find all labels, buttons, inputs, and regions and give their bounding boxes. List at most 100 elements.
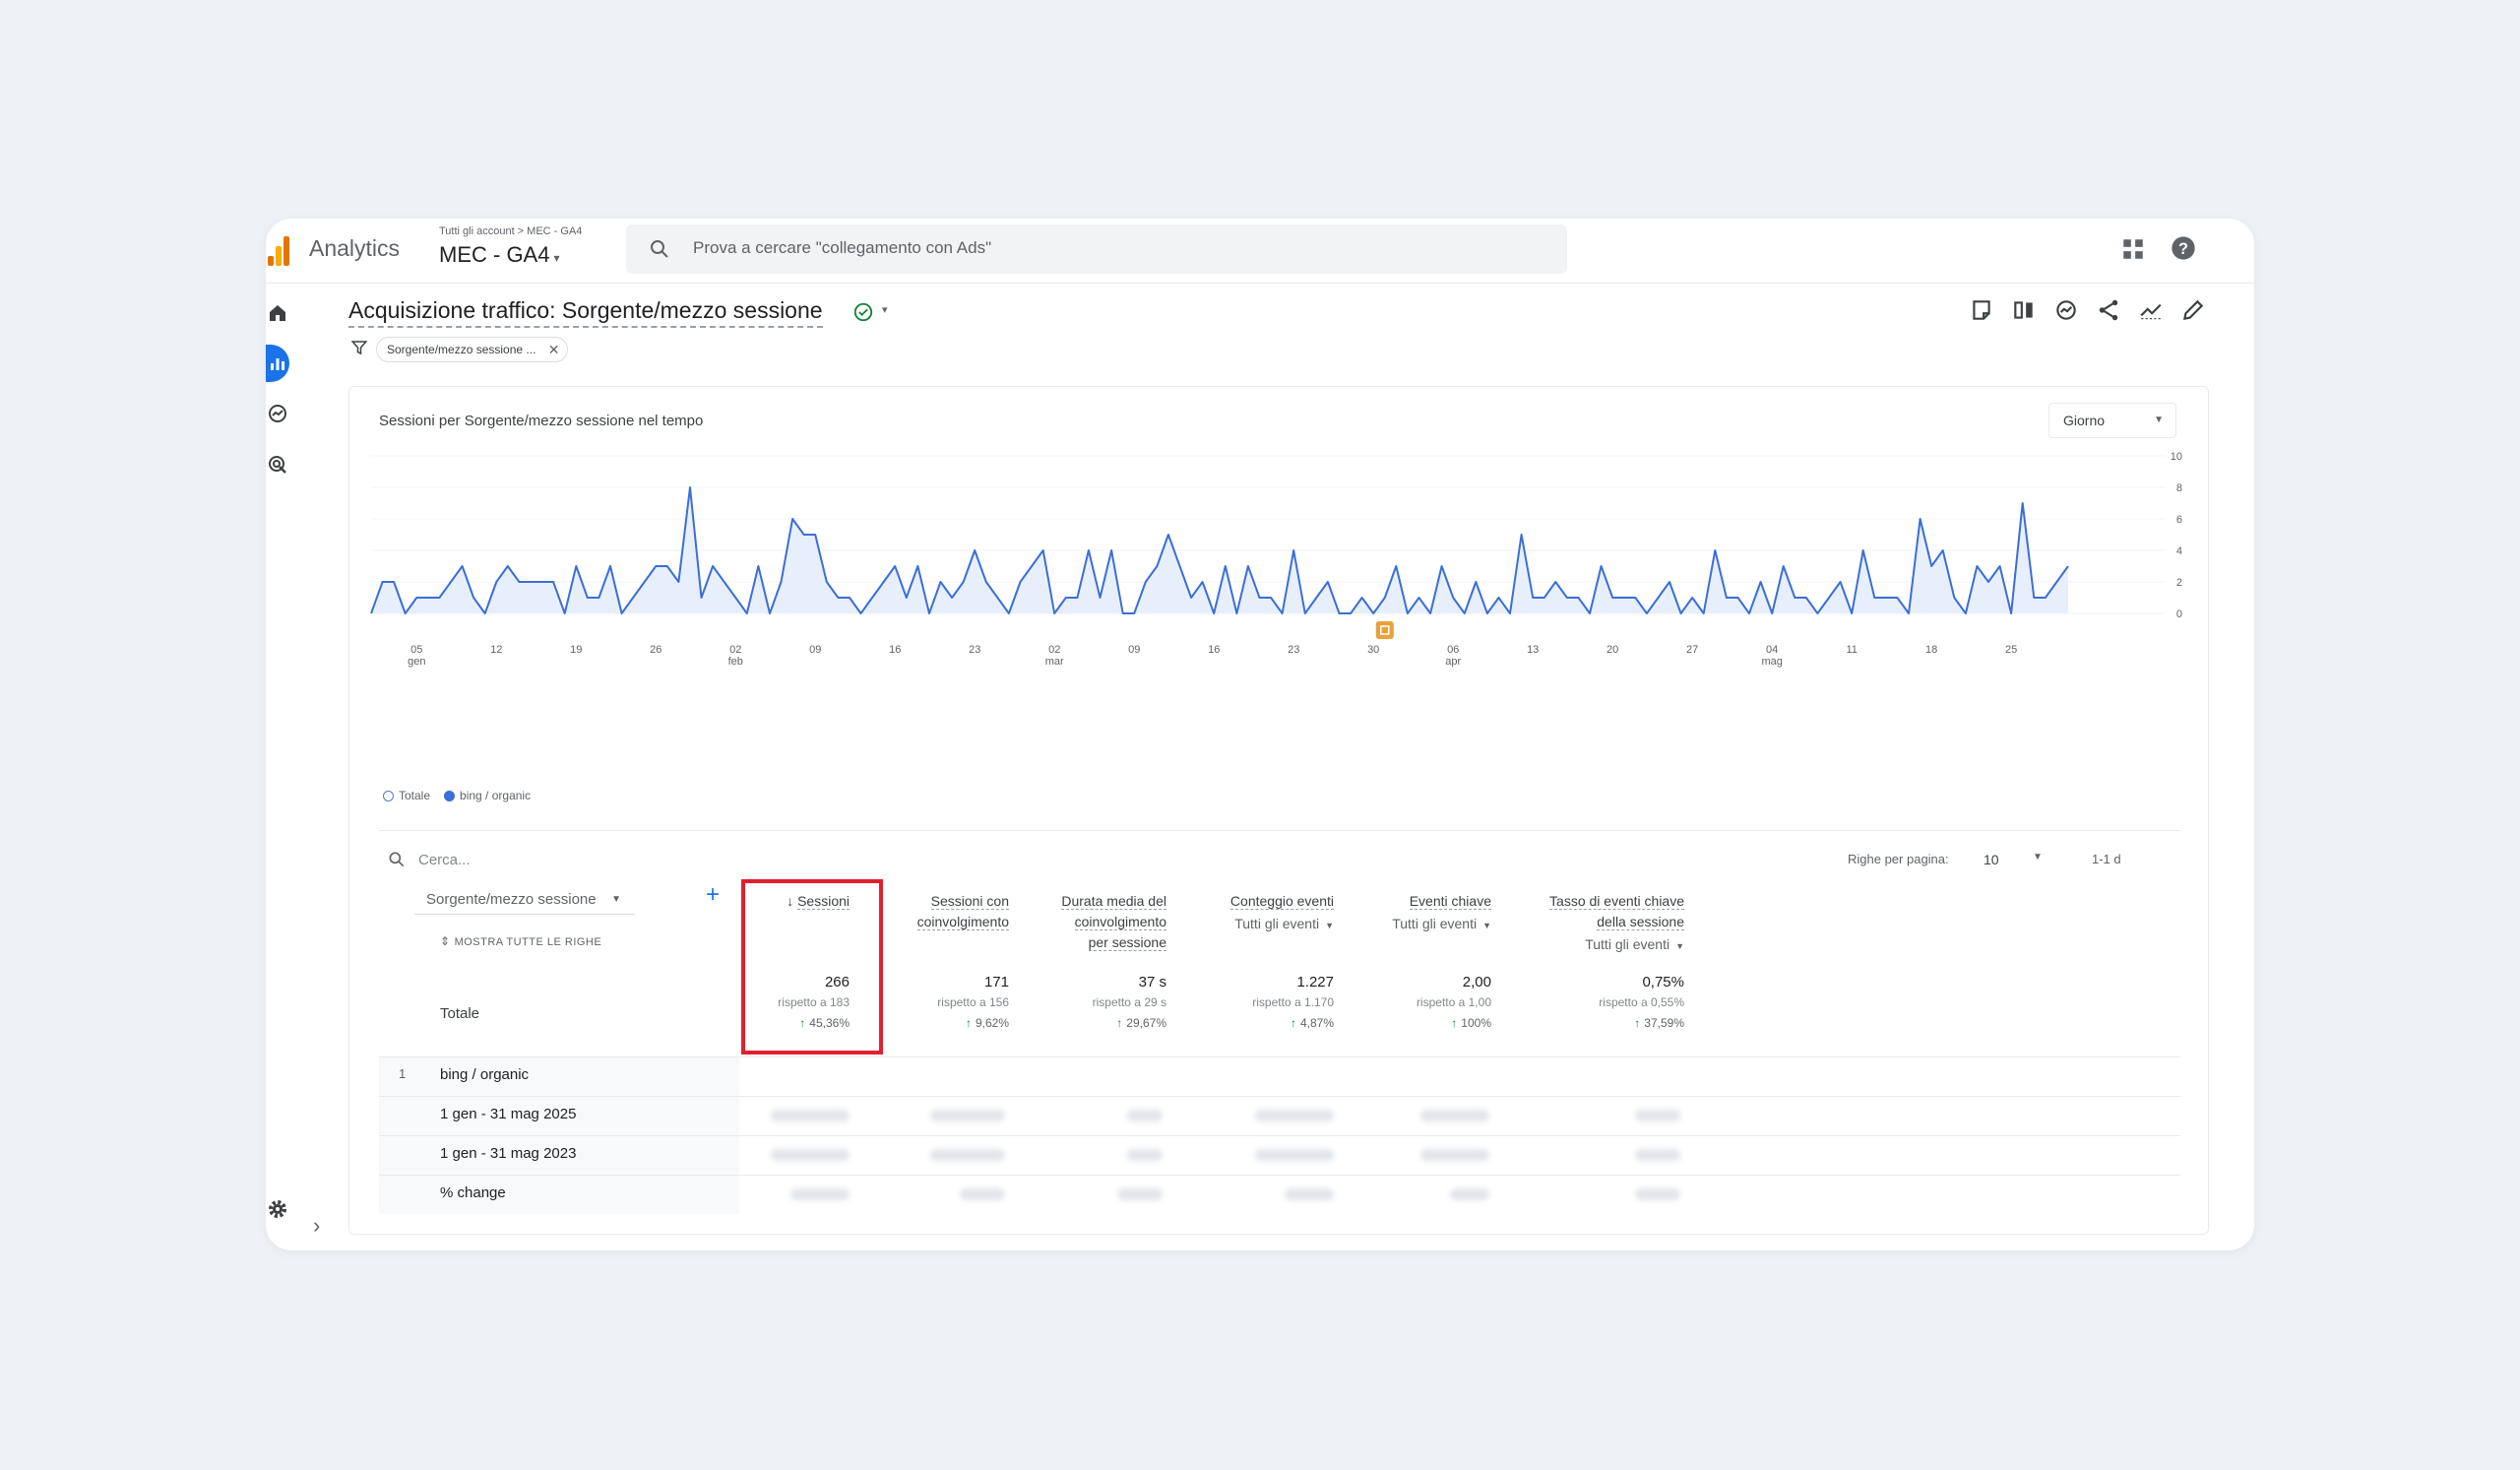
- chart-legend: Totale bing / organic: [383, 789, 531, 802]
- x-tick-label: 16: [1208, 644, 1220, 656]
- x-tick-label: 25: [2005, 644, 2017, 656]
- dimension-select[interactable]: Sorgente/mezzo sessione ▼: [414, 887, 635, 915]
- trend-icon[interactable]: [2138, 297, 2164, 323]
- event-filter[interactable]: Tutti gli eventi ▼: [1166, 914, 1334, 936]
- x-tick-label: 19: [570, 644, 582, 656]
- total-compare: rispetto a 0,55%: [1599, 995, 1684, 1009]
- legend-item-bing-organic[interactable]: bing / organic: [444, 789, 531, 802]
- event-filter[interactable]: Tutti gli eventi ▼: [1491, 934, 1684, 957]
- row-number: 1: [399, 1066, 407, 1081]
- column-header-key-event-rate[interactable]: Tasso di eventi chiave della sessione Tu…: [1491, 891, 1684, 957]
- row-label[interactable]: bing / organic: [440, 1066, 529, 1083]
- y-tick-label: 2: [2176, 577, 2182, 589]
- rows-per-page-select[interactable]: 10: [1984, 852, 1999, 867]
- column-label: Tasso di eventi chiave: [1549, 893, 1684, 910]
- filter-icon[interactable]: [350, 339, 368, 356]
- home-icon[interactable]: [266, 301, 289, 325]
- settings-icon[interactable]: [266, 1197, 289, 1221]
- y-tick-label: 0: [2176, 608, 2182, 620]
- column-header-key-events[interactable]: Eventi chiave Tutti gli eventi ▼: [1334, 891, 1491, 936]
- filter-chip[interactable]: Sorgente/mezzo sessione ... ✕: [376, 337, 569, 362]
- expand-nav-chevron-icon[interactable]: ›: [313, 1213, 320, 1239]
- blurred-cell: [960, 1188, 1005, 1200]
- add-dimension-button[interactable]: +: [706, 881, 720, 909]
- chevron-down-icon: ▼: [1325, 921, 1334, 930]
- total-engaged-sessions: 171 rispetto a 156 ↑ 9,62%: [881, 972, 1009, 1034]
- legend-item-totale[interactable]: Totale: [383, 789, 430, 802]
- insights-icon[interactable]: [2053, 297, 2079, 323]
- total-value: 2,00: [1462, 974, 1491, 991]
- column-label-line2: coinvolgimento: [916, 914, 1009, 930]
- advertising-icon[interactable]: [266, 453, 289, 477]
- show-all-rows-button[interactable]: ⇕ MOSTRA TUTTE LE RIGHE: [440, 934, 601, 948]
- x-tick-label: 09: [809, 644, 821, 656]
- account-breadcrumb[interactable]: Tutti gli account > MEC - GA4: [439, 225, 582, 237]
- search-placeholder: Prova a cercare "collegamento con Ads": [693, 238, 992, 257]
- blurred-cell: [771, 1110, 850, 1121]
- customize-report-icon[interactable]: [1969, 297, 1994, 323]
- x-tick-month: apr: [1445, 656, 1461, 668]
- edit-icon[interactable]: [2180, 297, 2206, 323]
- annotation-marker-icon[interactable]: [1375, 621, 1394, 639]
- verified-check-icon[interactable]: [852, 301, 874, 323]
- x-tick-month: mag: [1761, 656, 1782, 668]
- x-tick-label: 20: [1606, 644, 1618, 656]
- row-divider: [379, 1056, 2180, 1057]
- total-key-event-rate: 0,75% rispetto a 0,55% ↑ 37,59%: [1491, 972, 1684, 1034]
- legend-label: Totale: [399, 789, 431, 802]
- blurred-cell: [930, 1149, 1005, 1161]
- blurred-cell: [1117, 1188, 1163, 1200]
- row-label: % change: [440, 1184, 506, 1201]
- blurred-cell: [1635, 1110, 1680, 1121]
- report-toolbar: [1969, 297, 2206, 323]
- arrow-up-icon: ↑: [965, 1016, 972, 1030]
- chevron-down-icon[interactable]: ▾: [882, 303, 888, 316]
- apps-grid-icon[interactable]: [2120, 236, 2146, 262]
- explore-icon[interactable]: [266, 402, 289, 425]
- share-icon[interactable]: [2096, 297, 2121, 323]
- event-filter[interactable]: Tutti gli eventi ▼: [1334, 914, 1491, 936]
- show-all-rows-label: MOSTRA TUTTE LE RIGHE: [454, 936, 602, 948]
- sessions-line-chart[interactable]: 024681005gen12 19 26 02feb09 16 23 02mar09 16 23…: [349, 446, 2208, 781]
- page-title[interactable]: Acquisizione traffico: Sorgente/mezzo se…: [348, 297, 823, 328]
- chevron-down-icon: ▼: [611, 894, 621, 905]
- total-change: ↑ 9,62%: [881, 1013, 1009, 1034]
- total-change: ↑ 4,87%: [1166, 1013, 1334, 1034]
- property-selector[interactable]: MEC - GA4 ▾: [439, 242, 560, 268]
- blurred-cell: [1420, 1110, 1489, 1121]
- chevron-down-icon[interactable]: ▼: [2033, 852, 2043, 863]
- property-name: MEC - GA4: [439, 242, 550, 267]
- reports-icon[interactable]: [266, 352, 289, 375]
- blurred-cell: [1255, 1149, 1334, 1161]
- search-bar[interactable]: Prova a cercare "collegamento con Ads": [626, 224, 1567, 274]
- top-bar: Analytics Tutti gli account > MEC - GA4 …: [266, 219, 2254, 284]
- total-value: 0,75%: [1642, 974, 1684, 991]
- column-header-engaged-sessions[interactable]: Sessioni con coinvolgimento: [881, 891, 1009, 932]
- x-tick-label: 23: [1288, 644, 1299, 656]
- table-search-input[interactable]: Cerca...: [418, 852, 471, 868]
- y-tick-label: 4: [2176, 545, 2182, 557]
- chevron-down-icon: ▼: [1675, 941, 1684, 951]
- column-header-avg-engagement[interactable]: Durata media del coinvolgimento per sess…: [1009, 891, 1166, 953]
- x-tick-label: 26: [650, 644, 662, 656]
- granularity-select[interactable]: Giorno ▼: [2048, 403, 2176, 438]
- compare-icon[interactable]: [2011, 297, 2037, 323]
- x-tick-label: 30: [1367, 644, 1379, 656]
- x-tick-label: 18: [1925, 644, 1937, 656]
- change-value: 29,67%: [1126, 1016, 1166, 1030]
- total-event-count: 1.227 rispetto a 1.170 ↑ 4,87%: [1166, 972, 1334, 1034]
- column-header-event-count[interactable]: Conteggio eventi Tutti gli eventi ▼: [1166, 891, 1334, 936]
- total-compare: rispetto a 29 s: [1092, 995, 1166, 1009]
- column-label: Conteggio eventi: [1229, 893, 1334, 910]
- analytics-logo[interactable]: [268, 236, 291, 266]
- help-icon[interactable]: ?: [2170, 234, 2197, 262]
- x-tick-month: mar: [1045, 656, 1064, 668]
- legend-hollow-dot: [383, 790, 394, 801]
- row-divider: [379, 1096, 2180, 1097]
- blurred-cell: [790, 1188, 850, 1200]
- total-key-events: 2,00 rispetto a 1,00 ↑ 100%: [1334, 972, 1491, 1034]
- legend-label: bing / organic: [460, 789, 532, 802]
- close-icon[interactable]: ✕: [548, 338, 560, 361]
- row-label: 1 gen - 31 mag 2025: [440, 1106, 577, 1122]
- blurred-cell: [1450, 1188, 1489, 1200]
